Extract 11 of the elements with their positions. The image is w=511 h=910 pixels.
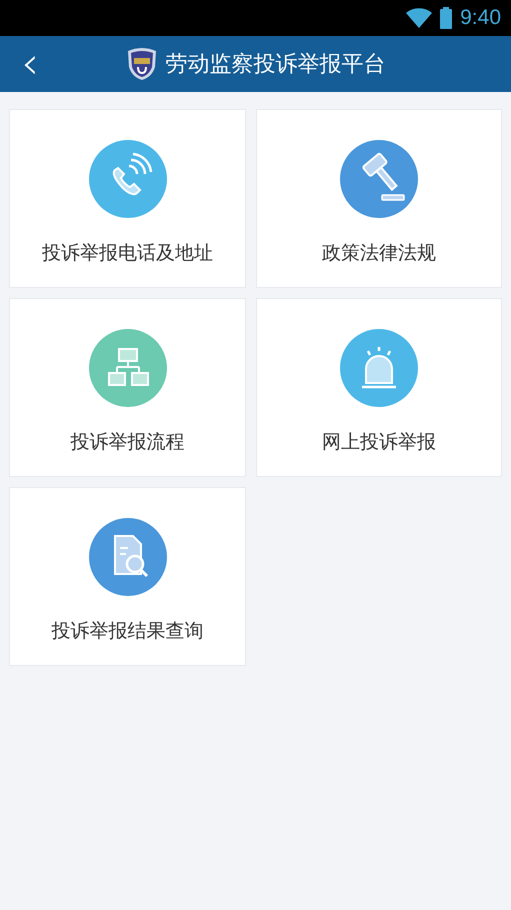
- battery-icon: [440, 7, 452, 29]
- clock: 9:40: [460, 6, 501, 30]
- app-title: 劳动监察投诉举报平台: [166, 51, 386, 79]
- menu-tile[interactable]: 投诉举报电话及地址: [9, 109, 246, 288]
- shield-logo-icon: [126, 47, 158, 81]
- menu-tile[interactable]: 投诉举报流程: [9, 298, 246, 477]
- back-button[interactable]: ‹: [0, 36, 60, 92]
- menu-tile[interactable]: 投诉举报结果查询: [9, 487, 246, 666]
- menu-tile[interactable]: 网上投诉举报: [256, 298, 502, 477]
- menu-tile[interactable]: 政策法律法规: [256, 109, 502, 288]
- wifi-icon: [406, 8, 432, 28]
